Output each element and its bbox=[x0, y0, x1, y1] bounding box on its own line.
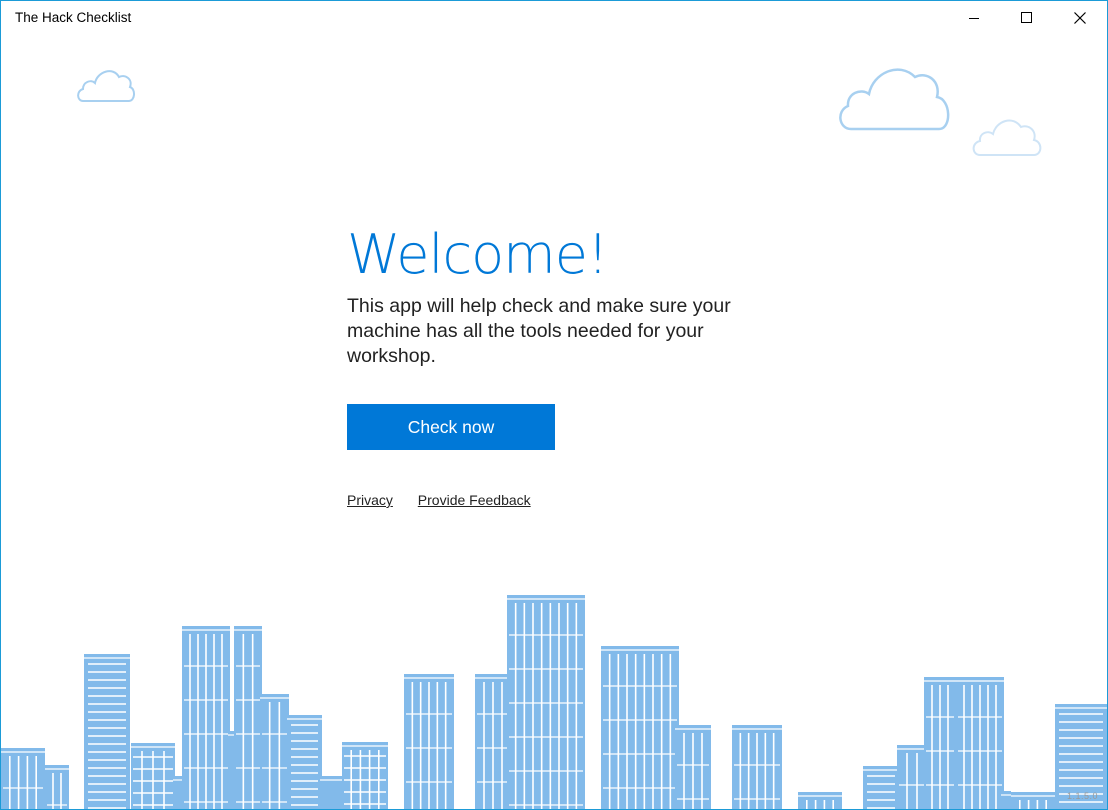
close-icon bbox=[1074, 12, 1086, 24]
welcome-description: This app will help check and make sure y… bbox=[347, 295, 731, 367]
skyline-building bbox=[131, 743, 175, 809]
cloud-icon-small-left bbox=[77, 70, 135, 102]
skyline-building bbox=[1011, 792, 1055, 809]
skyline-building bbox=[1, 748, 45, 809]
skyline-building bbox=[404, 674, 454, 809]
version-label: 1.1.5.0 bbox=[1067, 791, 1099, 801]
skyline-building bbox=[675, 725, 711, 809]
skyline-building bbox=[475, 674, 511, 809]
close-button[interactable] bbox=[1057, 1, 1103, 35]
skyline-building bbox=[956, 677, 1004, 809]
welcome-panel: Welcome! This app will help check and ma… bbox=[347, 219, 767, 508]
skyline-building bbox=[45, 765, 69, 809]
cloud-icon-small-right bbox=[972, 119, 1042, 156]
skyline-building bbox=[182, 626, 230, 809]
skyline-building bbox=[798, 792, 842, 809]
check-now-button[interactable]: Check now bbox=[347, 404, 555, 450]
skyline-building bbox=[897, 745, 927, 809]
maximize-icon bbox=[1021, 12, 1032, 23]
app-window: The Hack Checklist Welcome! This app wil… bbox=[0, 0, 1108, 810]
skyline-building bbox=[732, 725, 782, 809]
skyline-building bbox=[234, 626, 262, 809]
skyline-building bbox=[863, 766, 899, 809]
cloud-icon-large-right bbox=[839, 68, 950, 131]
window-title: The Hack Checklist bbox=[15, 10, 132, 25]
skyline-building bbox=[260, 694, 289, 809]
skyline-building bbox=[924, 677, 956, 809]
minimize-button[interactable] bbox=[951, 1, 997, 35]
footer-links: Privacy Provide Feedback bbox=[347, 492, 552, 508]
skyline-building bbox=[601, 646, 679, 809]
privacy-link[interactable]: Privacy bbox=[347, 492, 393, 508]
title-bar[interactable]: The Hack Checklist bbox=[1, 1, 1107, 35]
skyline-building bbox=[173, 776, 183, 809]
city-skyline-illustration bbox=[1, 595, 1107, 809]
skyline-building bbox=[84, 654, 130, 809]
welcome-heading: Welcome! bbox=[347, 223, 609, 286]
minimize-icon bbox=[969, 18, 979, 19]
skyline-building bbox=[320, 776, 344, 809]
skyline-building bbox=[287, 715, 322, 809]
skyline-building bbox=[1001, 791, 1011, 809]
feedback-link[interactable]: Provide Feedback bbox=[418, 492, 531, 508]
skyline-building bbox=[342, 742, 388, 809]
skyline-building bbox=[507, 595, 585, 809]
maximize-button[interactable] bbox=[1004, 1, 1050, 35]
